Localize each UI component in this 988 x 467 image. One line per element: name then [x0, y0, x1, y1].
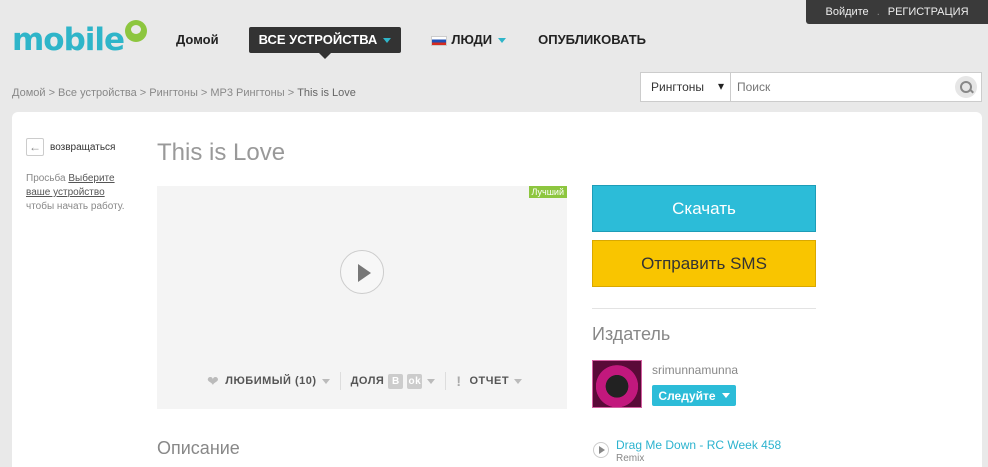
follow-button[interactable]: Следуйте [652, 385, 736, 406]
follow-label: Следуйте [658, 388, 716, 403]
send-sms-button[interactable]: Отправить SMS [592, 240, 816, 287]
chevron-down-icon [321, 378, 330, 384]
search-category-select[interactable]: Рингтоны [641, 73, 731, 101]
russia-flag-icon [431, 35, 448, 46]
play-icon[interactable] [593, 442, 609, 458]
description-heading: Описание [157, 438, 240, 458]
device-hint: Просьба Выберите ваше устройство чтобы н… [26, 172, 126, 214]
login-link[interactable]: Войдите [825, 6, 868, 18]
favorite-label: ЛЮБИМЫЙ [225, 375, 292, 387]
odnoklassniki-icon[interactable]: ok [407, 373, 423, 389]
register-link[interactable]: РЕГИСТРАЦИЯ [888, 6, 969, 18]
share-button[interactable]: ДОЛЯ B ok [341, 373, 446, 389]
chevron-down-icon [383, 38, 392, 44]
logo-text: mobile [12, 22, 125, 58]
report-label: ОТЧЕТ [469, 375, 510, 387]
nav-people-label: ЛЮДИ [451, 32, 493, 47]
publisher-heading: Издатель [592, 324, 671, 344]
related-ringtone-link[interactable]: Drag Me Down - RC Week 458 [616, 438, 781, 452]
search-input[interactable] [731, 73, 951, 101]
hint-suffix: чтобы начать работу. [26, 201, 125, 212]
hint-prefix: Просьба [26, 173, 69, 184]
page-title: This is Love [157, 139, 286, 166]
back-button[interactable]: ← возвращаться [26, 138, 115, 156]
share-label: ДОЛЯ [350, 375, 385, 387]
report-button[interactable]: ! ОТЧЕТ [446, 373, 532, 389]
avatar[interactable] [592, 360, 642, 408]
logo-swirl-icon [125, 20, 148, 42]
play-icon[interactable] [340, 250, 384, 294]
site-logo[interactable]: mobile [12, 20, 148, 58]
auth-bar: Войдите . РЕГИСТРАЦИЯ [806, 0, 988, 24]
breadcrumb: Домой > Все устройства > Рингтоны > MP3 … [12, 87, 356, 99]
chevron-down-icon [498, 38, 507, 44]
breadcrumb-path[interactable]: Домой > Все устройства > Рингтоны > MP3 … [12, 87, 297, 99]
vk-icon[interactable]: B [388, 373, 404, 389]
chevron-down-icon [721, 393, 730, 398]
search-bar: Рингтоны [640, 72, 982, 102]
back-label: возвращаться [50, 141, 116, 153]
heart-icon: ❤ [207, 372, 220, 389]
arrow-left-icon: ← [26, 138, 44, 156]
divider [592, 308, 816, 309]
chevron-down-icon [514, 378, 523, 384]
audio-player: Лучший ❤ ЛЮБИМЫЙ (10) ДОЛЯ B ok ! ОТЧЕТ [157, 186, 567, 409]
download-button[interactable]: Скачать [592, 185, 816, 232]
best-badge: Лучший [528, 186, 567, 198]
favorite-count: (10) [295, 375, 317, 387]
publisher-name[interactable]: srimunnamunna [652, 363, 738, 377]
player-actions: ❤ ЛЮБИМЫЙ (10) ДОЛЯ B ok ! ОТЧЕТ [197, 372, 532, 390]
exclamation-icon: ! [456, 373, 462, 389]
nav-publish[interactable]: ОПУБЛИКОВАТЬ [522, 27, 662, 53]
related-ringtone-category: Remix [616, 453, 645, 464]
nav-all-devices[interactable]: ВСЕ УСТРОЙСТВА [248, 27, 402, 59]
main-nav: Домой ВСЕ УСТРОЙСТВА ЛЮДИ ОПУБЛИКОВАТЬ [160, 27, 662, 59]
nav-all-devices-label: ВСЕ УСТРОЙСТВА [258, 32, 378, 47]
breadcrumb-current: This is Love [297, 87, 356, 99]
favorite-button[interactable]: ❤ ЛЮБИМЫЙ (10) [197, 373, 340, 390]
search-button[interactable] [951, 73, 981, 101]
content-panel: ← возвращаться Просьба Выберите ваше уст… [12, 112, 982, 467]
separator-dot: . [876, 6, 880, 18]
nav-people[interactable]: ЛЮДИ [415, 27, 522, 53]
nav-home[interactable]: Домой [160, 27, 235, 53]
chevron-down-icon [427, 378, 436, 384]
search-icon [955, 76, 977, 98]
